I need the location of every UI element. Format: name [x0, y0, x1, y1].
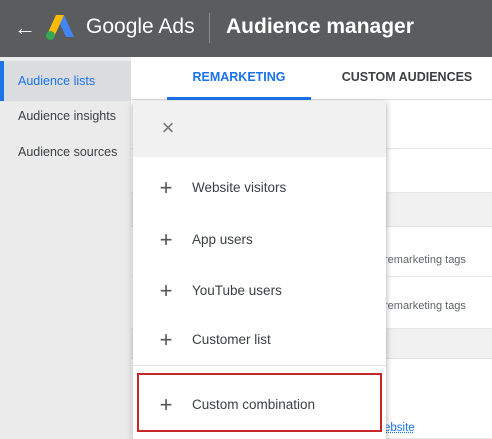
- menu-item-app-users[interactable]: + App users: [133, 215, 386, 265]
- menu-divider: [133, 365, 386, 366]
- tab-bar: REMARKETING CUSTOM AUDIENCES: [131, 57, 492, 100]
- arrow-left-icon[interactable]: ←: [14, 14, 36, 42]
- header-divider: [209, 13, 210, 43]
- menu-item-website-visitors[interactable]: + Website visitors: [133, 163, 386, 213]
- page-title: Audience manager: [226, 15, 414, 38]
- menu-item-customer-list[interactable]: + Customer list: [133, 315, 386, 365]
- highlight-box: [137, 373, 382, 432]
- plus-icon: +: [159, 327, 173, 352]
- website-link[interactable]: ebsite: [384, 422, 415, 434]
- remarketing-tags-text: remarketing tags: [384, 300, 466, 312]
- tab-custom-audiences[interactable]: CUSTOM AUDIENCES: [337, 57, 477, 100]
- menu-item-youtube-users[interactable]: + YouTube users: [133, 266, 386, 316]
- menu-header: ×: [133, 101, 386, 157]
- tab-remarketing[interactable]: REMARKETING: [167, 57, 311, 100]
- sidebar: Audience lists Audience insights Audienc…: [0, 57, 131, 439]
- close-icon[interactable]: ×: [157, 117, 179, 139]
- google-ads-logo: [46, 15, 74, 40]
- sidebar-item-audience-insights[interactable]: Audience insights: [0, 96, 131, 136]
- remarketing-tags-text: remarketing tags: [384, 254, 466, 266]
- menu-item-label: YouTube users: [192, 283, 282, 298]
- menu-item-label: App users: [192, 232, 253, 247]
- plus-icon: +: [159, 175, 173, 200]
- menu-item-label: Customer list: [192, 332, 271, 347]
- sidebar-item-audience-lists[interactable]: Audience lists: [0, 61, 131, 101]
- menu-item-label: Website visitors: [192, 180, 287, 195]
- brand-name: Google Ads: [86, 15, 195, 38]
- top-bar: ← Google Ads Audience manager: [0, 0, 492, 57]
- plus-icon: +: [159, 278, 173, 303]
- sidebar-item-audience-sources[interactable]: Audience sources: [0, 132, 131, 172]
- plus-icon: +: [159, 227, 173, 252]
